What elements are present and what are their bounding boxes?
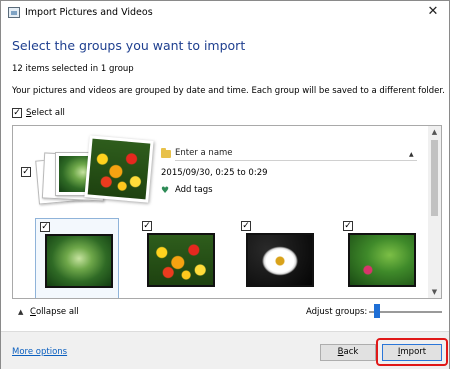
thumbnail-flowers[interactable]: ✓ xyxy=(138,218,222,298)
collapse-rest: ollapse all xyxy=(35,307,79,317)
thumbnail-daisy[interactable]: ✓ xyxy=(237,218,321,298)
back-button[interactable]: Back xyxy=(320,344,376,361)
thumbnail-image xyxy=(348,233,416,287)
thumbnail-image xyxy=(147,233,215,287)
add-tags-link[interactable]: Add tags xyxy=(175,185,213,195)
group-checkbox[interactable]: ✓ xyxy=(21,167,31,177)
collapse-icon[interactable]: ▲ xyxy=(18,308,23,316)
back-rest: ack xyxy=(343,347,359,357)
adjust-groups-label: Adjust groups: xyxy=(306,307,367,317)
thumbnail-checkbox[interactable]: ✓ xyxy=(241,221,251,231)
close-button[interactable]: ✕ xyxy=(425,4,441,20)
stack-front-photo xyxy=(84,135,154,203)
selection-count: 12 items selected in 1 group xyxy=(12,64,134,74)
select-all-label[interactable]: Select all xyxy=(26,108,65,118)
grouping-info: Your pictures and videos are grouped by … xyxy=(12,86,445,96)
page-heading: Select the groups you want to import xyxy=(12,38,246,53)
slider-thumb[interactable] xyxy=(374,304,380,318)
app-icon xyxy=(8,7,20,18)
stack-photo xyxy=(87,138,151,200)
group-photo-stack xyxy=(35,134,154,210)
select-all-rest: elect all xyxy=(31,108,65,118)
vertical-scrollbar[interactable]: ▲ ▼ xyxy=(428,126,441,298)
thumbnail-checkbox[interactable]: ✓ xyxy=(40,222,50,232)
scroll-down-icon[interactable]: ▼ xyxy=(428,286,441,298)
select-all-checkbox[interactable]: ✓ xyxy=(12,108,22,118)
title-bar: Import Pictures and Videos ✕ xyxy=(1,1,449,25)
thumbnail-forest[interactable]: ✓ xyxy=(35,218,119,298)
collapse-all-link[interactable]: Collapse all xyxy=(30,307,79,317)
adjust-rest: roups: xyxy=(340,307,368,317)
thumbnail-checkbox[interactable]: ✓ xyxy=(343,221,353,231)
import-dialog: Import Pictures and Videos ✕ Select the … xyxy=(0,0,450,369)
thumbnail-checkbox[interactable]: ✓ xyxy=(142,221,152,231)
import-button[interactable]: Import xyxy=(382,344,442,361)
thumbnail-image xyxy=(45,234,113,288)
adjust-prefix: Adjust xyxy=(306,307,336,317)
thumbnail-leaf[interactable]: ✓ xyxy=(339,218,423,298)
groups-panel: ▲ ▼ ✓ Enter a name ▲ 2015/09/30, 0:25 to… xyxy=(12,125,442,299)
group-name-input[interactable]: Enter a name xyxy=(175,148,417,161)
more-options-link[interactable]: More options xyxy=(12,347,67,357)
import-rest: mport xyxy=(400,347,427,357)
folder-icon xyxy=(161,148,171,158)
tag-icon: ♥ xyxy=(161,186,170,196)
thumbnail-image xyxy=(246,233,314,287)
scroll-up-icon[interactable]: ▲ xyxy=(428,126,441,138)
scroll-thumb[interactable] xyxy=(431,140,438,216)
chevron-up-icon[interactable]: ▲ xyxy=(409,151,414,158)
group-date-range: 2015/09/30, 0:25 to 0:29 xyxy=(161,168,268,178)
window-title: Import Pictures and Videos xyxy=(25,7,153,18)
